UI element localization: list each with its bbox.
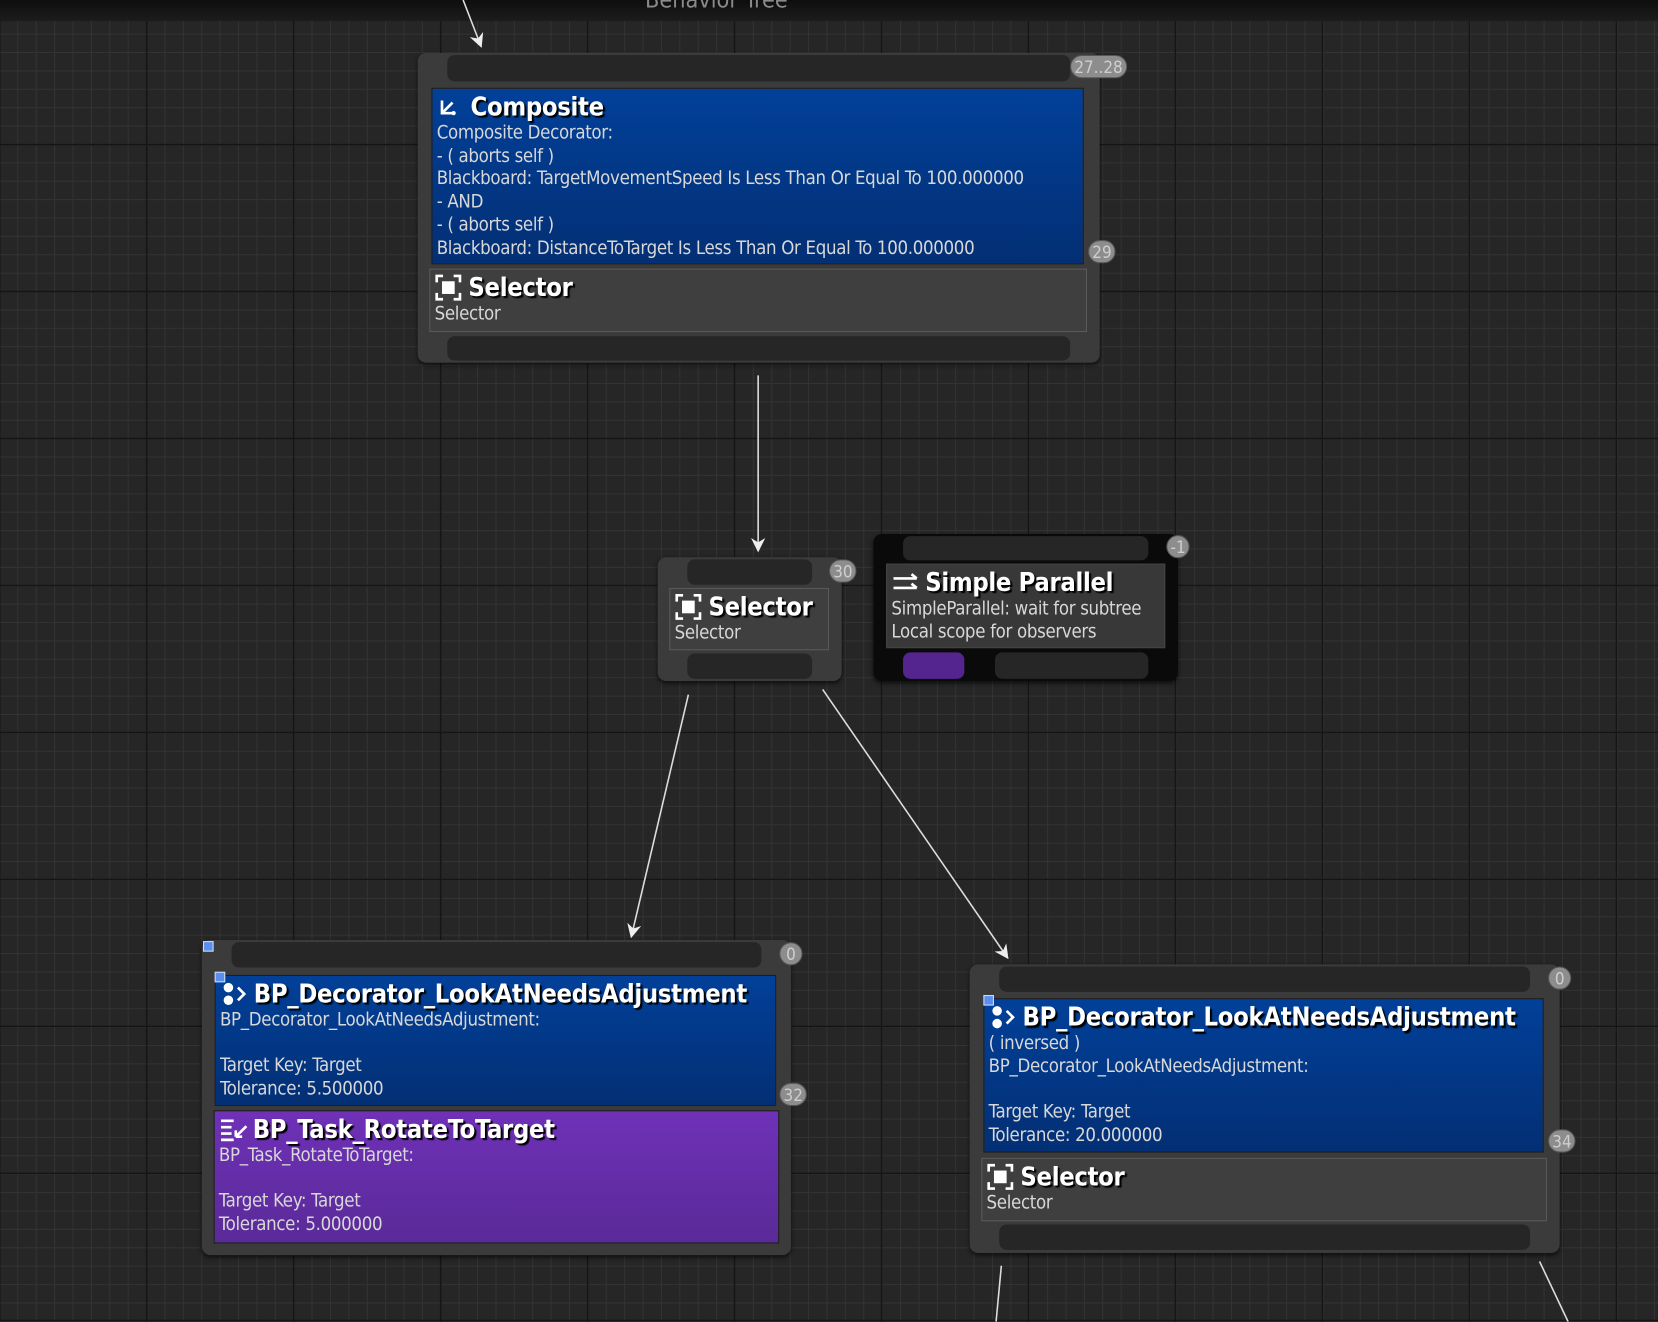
input-pin[interactable] xyxy=(231,942,762,968)
link-to-left-branch xyxy=(627,694,690,939)
link-root xyxy=(462,0,484,48)
execution-index-badge: 0 xyxy=(779,942,803,966)
composite-decorator[interactable]: Composite Composite Decorator: - ( abort… xyxy=(431,87,1084,265)
execution-index-badge: 30 xyxy=(829,559,857,583)
selector-title: Selector xyxy=(1020,1162,1125,1192)
task-line xyxy=(219,1168,774,1191)
execution-index-badge: 27..28 xyxy=(1070,54,1127,79)
decorator-block[interactable]: BP_Decorator_LookAtNeedsAdjustment BP_De… xyxy=(214,974,777,1107)
decorator-line: Blackboard: DistanceToTarget Is Less Tha… xyxy=(436,237,975,259)
decorator-title: Composite xyxy=(470,91,605,122)
decorator-line: - ( aborts self ) xyxy=(436,214,554,236)
decorator-line: - ( aborts self ) xyxy=(436,145,554,167)
decorator-block[interactable]: BP_Decorator_LookAtNeedsAdjustment ( inv… xyxy=(983,998,1544,1153)
composite-arrow-icon xyxy=(437,93,464,120)
breakpoint-marker-icon xyxy=(214,971,226,983)
decorator-line: Tolerance: 20.000000 xyxy=(988,1124,1163,1147)
decorator-title: BP_Decorator_LookAtNeedsAdjustment xyxy=(1022,1002,1516,1033)
background-tree-pin[interactable] xyxy=(995,652,1149,679)
selector-block[interactable]: Selector Selector xyxy=(429,268,1088,333)
simple-parallel-title: Simple Parallel xyxy=(925,567,1114,598)
output-pin[interactable] xyxy=(447,336,1071,361)
breakpoint-marker-icon xyxy=(983,995,994,1006)
selector-block[interactable]: Selector Selector xyxy=(981,1157,1547,1222)
decorator-title: BP_Decorator_LookAtNeedsAdjustment xyxy=(253,979,747,1009)
link-out-2 xyxy=(1538,1261,1569,1322)
execution-index-badge: 0 xyxy=(1548,966,1572,990)
task-line: Tolerance: 5.000000 xyxy=(218,1214,383,1236)
decorator-line: ( inversed ) xyxy=(988,1033,1081,1055)
selector-icon xyxy=(675,593,702,620)
description-line: Local scope for observers xyxy=(891,621,1097,643)
decorator-index-badge: 29 xyxy=(1088,240,1116,264)
selector-title: Selector xyxy=(468,272,573,303)
decorator-line: - AND xyxy=(436,191,484,213)
link-to-right-branch xyxy=(822,688,1009,960)
selector-subtitle: Selector xyxy=(434,303,501,325)
task-line: BP_Task_RotateToTarget: xyxy=(218,1145,414,1167)
selector-title: Selector xyxy=(708,592,813,622)
selector-icon xyxy=(435,274,462,301)
link-out-1 xyxy=(995,1265,1003,1322)
output-pin[interactable] xyxy=(999,1224,1531,1250)
decorator-line xyxy=(220,1033,771,1056)
task-block[interactable]: BP_Task_RotateToTarget BP_Task_RotateToT… xyxy=(213,1110,780,1244)
decorator-line: BP_Decorator_LookAtNeedsAdjustment: xyxy=(988,1056,1309,1078)
main-task-pin[interactable] xyxy=(903,652,965,679)
decorator-line: Target Key: Target xyxy=(219,1055,362,1077)
selector-subtitle: Selector xyxy=(986,1192,1053,1214)
decorator-line: Tolerance: 5.500000 xyxy=(219,1078,384,1100)
parallel-arrows-icon xyxy=(891,569,918,596)
decorator-index-badge: 34 xyxy=(1548,1129,1576,1153)
decorator-line: Target Key: Target xyxy=(988,1101,1131,1124)
selector-icon xyxy=(987,1163,1014,1190)
breakpoint-marker-icon xyxy=(203,941,214,952)
task-title: BP_Task_RotateToTarget xyxy=(252,1114,555,1145)
simple-parallel-block[interactable]: Simple Parallel SimpleParallel: wait for… xyxy=(886,563,1166,649)
input-pin[interactable] xyxy=(687,559,813,585)
input-pin[interactable] xyxy=(447,54,1071,82)
decorator-line: Composite Decorator: xyxy=(436,122,613,144)
decorator-line: Blackboard: TargetMovementSpeed Is Less … xyxy=(436,168,1024,190)
decorator-index-badge: 32 xyxy=(779,1082,808,1107)
task-icon xyxy=(219,1116,248,1143)
selector-subtitle: Selector xyxy=(674,622,741,644)
selector-block[interactable]: Selector Selector xyxy=(669,587,830,651)
output-pin[interactable] xyxy=(687,653,813,679)
description-line: SimpleParallel: wait for subtree xyxy=(891,598,1142,620)
task-line: Target Key: Target xyxy=(218,1191,361,1213)
decorator-icon xyxy=(220,980,247,1007)
decorator-line xyxy=(989,1079,1539,1102)
behavior-tree-graph[interactable]: Behavior Tree 27..28 Composite Composite… xyxy=(0,0,1658,1322)
input-pin[interactable] xyxy=(903,536,1149,561)
decorator-icon xyxy=(989,1003,1016,1030)
input-pin[interactable] xyxy=(999,966,1531,992)
decorator-line: BP_Decorator_LookAtNeedsAdjustment: xyxy=(219,1009,540,1031)
